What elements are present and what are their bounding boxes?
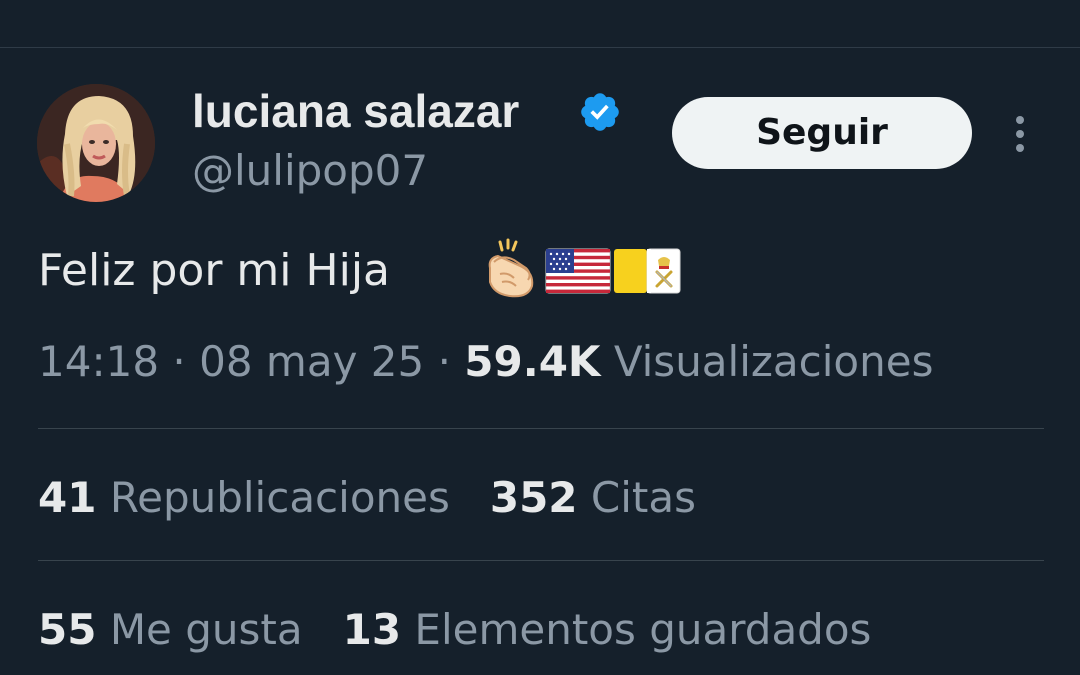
avatar-photo: [37, 84, 155, 202]
follow-button[interactable]: Seguir: [672, 97, 972, 169]
tweet-date[interactable]: 08 may 25: [199, 337, 424, 386]
tweet-time[interactable]: 14:18: [38, 337, 159, 386]
quotes-stat[interactable]: 352 Citas: [490, 468, 696, 528]
bookmarks-label: Elementos guardados: [414, 605, 872, 654]
more-vertical-icon[interactable]: [1006, 112, 1034, 156]
stats-row-reposts-quotes: 41 Republicaciones 352 Citas: [38, 468, 696, 528]
likes-count: 55: [38, 605, 97, 654]
verified-badge-icon: [581, 93, 619, 131]
us-flag-emoji: [545, 248, 611, 294]
bookmarks-stat[interactable]: 13 Elementos guardados: [343, 600, 872, 660]
clapping-hands-emoji: [488, 238, 534, 298]
top-divider: [0, 47, 1080, 48]
author-display-name[interactable]: luciana salazar: [192, 83, 519, 139]
reposts-stat[interactable]: 41 Republicaciones: [38, 468, 450, 528]
views-count: 59.4K: [464, 337, 601, 386]
reposts-count: 41: [38, 473, 97, 522]
stats-row-likes-bookmarks: 55 Me gusta 13 Elementos guardados: [38, 600, 871, 660]
bookmarks-count: 13: [342, 605, 402, 654]
meta-separator: ·: [437, 337, 451, 386]
meta-separator: ·: [172, 337, 186, 386]
reposts-label: Republicaciones: [109, 473, 450, 522]
avatar[interactable]: [37, 84, 155, 202]
quotes-count: 352: [489, 473, 578, 522]
views-label: Visualizaciones: [613, 337, 934, 386]
likes-stat[interactable]: 55 Me gusta: [38, 600, 303, 660]
vatican-flag-emoji: [614, 248, 681, 294]
likes-label: Me gusta: [109, 605, 303, 654]
divider: [38, 428, 1044, 429]
divider: [38, 560, 1044, 561]
author-handle[interactable]: @lulipop07: [192, 145, 428, 197]
tweet-meta: 14:18 · 08 may 25 · 59.4K Visualizacione…: [38, 332, 933, 392]
quotes-label: Citas: [590, 473, 696, 522]
tweet-text: Feliz por mi Hija: [38, 245, 390, 296]
